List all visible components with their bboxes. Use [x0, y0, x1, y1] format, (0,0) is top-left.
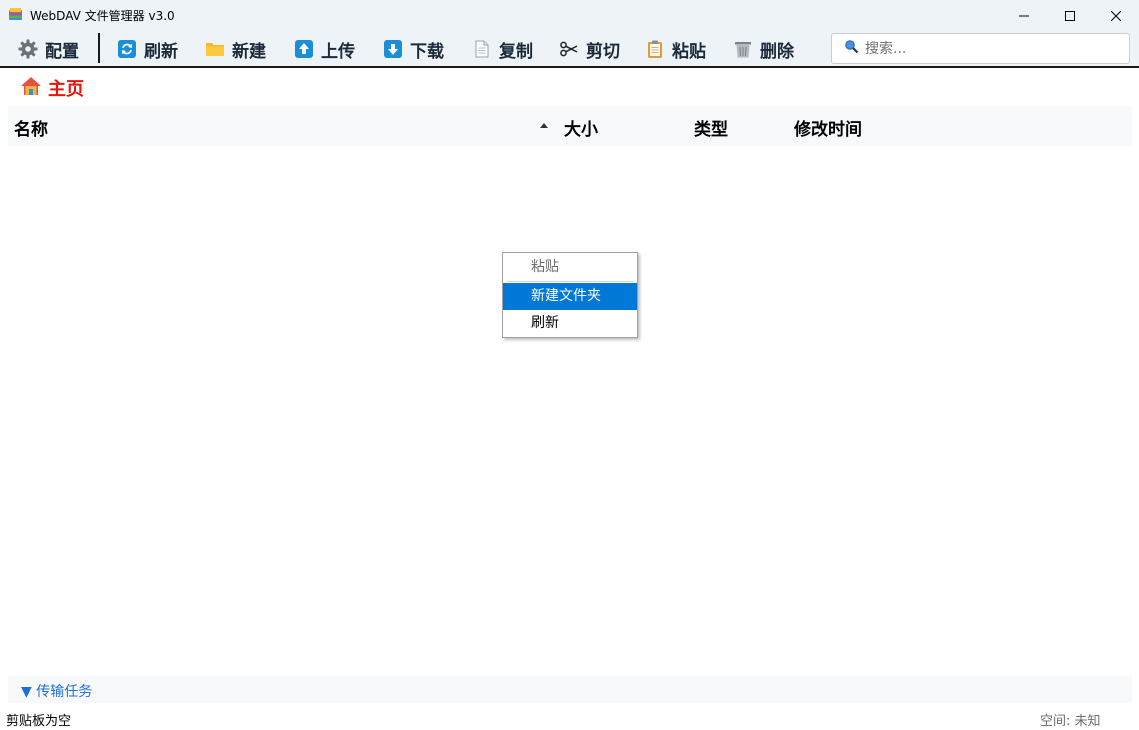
- context-menu-item-paste: 粘贴: [531, 259, 559, 275]
- new-button[interactable]: 新建: [205, 37, 266, 62]
- file-list[interactable]: [8, 146, 1132, 674]
- refresh-icon: [117, 39, 137, 59]
- config-label: 配置: [45, 41, 79, 62]
- context-menu: 粘贴 新建文件夹 刷新: [502, 252, 638, 338]
- column-name-header[interactable]: 名称: [14, 115, 48, 140]
- title-bar: WebDAV 文件管理器 v3.0: [0, 0, 1139, 30]
- download-label: 下载: [410, 41, 444, 62]
- status-bar: 剪贴板为空 空间: 未知: [0, 705, 1139, 730]
- column-size-header[interactable]: 大小: [564, 115, 598, 140]
- sort-ascending-icon: [540, 123, 548, 128]
- clipboard-status: 剪贴板为空: [6, 714, 72, 729]
- clipboard-icon: [645, 39, 665, 59]
- search-icon: [844, 39, 859, 58]
- column-modified-header[interactable]: 修改时间: [794, 115, 862, 140]
- delete-button[interactable]: 删除: [733, 37, 794, 62]
- download-button[interactable]: 下载: [383, 37, 444, 62]
- context-menu-item-new-folder[interactable]: 新建文件夹: [503, 283, 637, 310]
- trash-icon: [733, 39, 753, 59]
- context-menu-item-refresh[interactable]: 刷新: [503, 310, 637, 337]
- paste-button[interactable]: 粘贴: [645, 37, 706, 62]
- folder-icon: [205, 39, 225, 59]
- search-input[interactable]: [865, 40, 1115, 57]
- close-icon: [1110, 6, 1122, 25]
- toolbar-separator: [98, 33, 100, 63]
- minimize-button[interactable]: [1001, 0, 1047, 30]
- search-box[interactable]: [831, 33, 1130, 64]
- refresh-button[interactable]: 刷新: [117, 37, 178, 62]
- context-menu-divider: [507, 281, 633, 282]
- transfer-tasks-label: ▼ 传输任务: [21, 684, 93, 700]
- close-button[interactable]: [1093, 0, 1139, 30]
- upload-label: 上传: [321, 41, 355, 62]
- column-type-header[interactable]: 类型: [694, 115, 728, 140]
- folder-stack-icon: [8, 7, 23, 22]
- paste-label: 粘贴: [672, 41, 706, 62]
- delete-label: 删除: [760, 41, 794, 62]
- transfer-tasks-toggle[interactable]: ▼ 传输任务: [8, 676, 1132, 703]
- space-status: 空间: 未知: [1040, 714, 1101, 729]
- file-list-header: 名称 大小 类型 修改时间: [8, 106, 1132, 146]
- toolbar: 配置 刷新 新建 上传 下载 复制 剪切 粘贴 删除 搜索...: [0, 30, 1139, 68]
- scissors-icon: [559, 39, 579, 59]
- refresh-label: 刷新: [144, 41, 178, 62]
- copy-button[interactable]: 复制: [472, 37, 533, 62]
- download-arrow-icon: [383, 39, 403, 59]
- document-copy-icon: [472, 39, 492, 59]
- config-button[interactable]: 配置: [18, 37, 79, 62]
- maximize-icon: [1065, 6, 1075, 25]
- breadcrumb-home-label: 主页: [48, 79, 84, 100]
- cut-button[interactable]: 剪切: [559, 37, 620, 62]
- breadcrumb[interactable]: 主页: [20, 76, 84, 100]
- copy-label: 复制: [499, 41, 533, 62]
- gear-icon: [18, 39, 38, 59]
- minimize-icon: [1019, 6, 1029, 25]
- window-title: WebDAV 文件管理器 v3.0: [30, 9, 175, 23]
- upload-button[interactable]: 上传: [294, 37, 355, 62]
- new-label: 新建: [232, 41, 266, 62]
- cut-label: 剪切: [586, 41, 620, 62]
- home-icon: [20, 76, 42, 100]
- upload-arrow-icon: [294, 39, 314, 59]
- maximize-button[interactable]: [1047, 0, 1093, 30]
